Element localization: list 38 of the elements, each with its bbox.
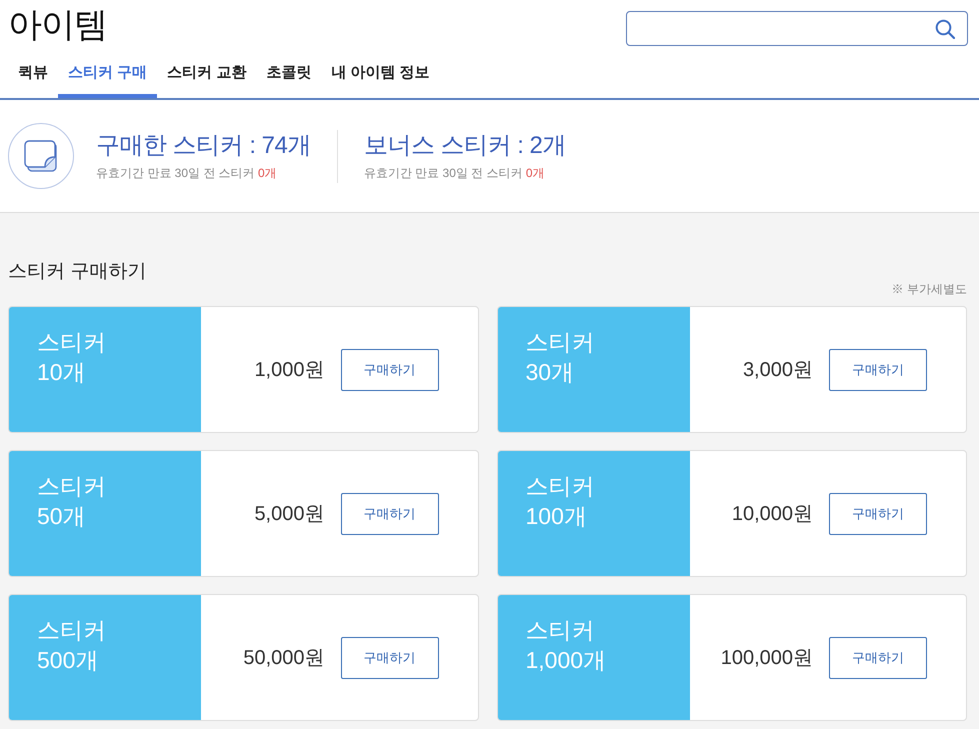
section-heading: 스티커 구매하기 [8, 260, 146, 284]
buy-button[interactable]: 구매하기 [829, 348, 927, 390]
package-quantity: 30개 [526, 358, 574, 387]
package-quantity: 500개 [37, 646, 98, 675]
package-name: 스티커 [37, 616, 106, 645]
search-field[interactable] [626, 11, 968, 46]
package-name: 스티커 [37, 472, 106, 501]
package-price: 50,000원 [243, 646, 324, 670]
package-name: 스티커 [37, 328, 106, 357]
package-name: 스티커 [526, 328, 594, 357]
package-quantity: 10개 [37, 358, 86, 387]
nav-tab[interactable]: 퀵뷰 [8, 52, 58, 98]
sticker-count: 보너스 스티커 : 2개 [364, 130, 566, 160]
package-name: 스티커 [526, 472, 594, 501]
package-quantity: 100개 [526, 502, 587, 531]
nav-tab[interactable]: 초콜릿 [256, 52, 322, 98]
package-price: 100,000원 [720, 646, 813, 670]
sticker-icon [8, 123, 74, 189]
vat-note: ※ 부가세별도 [892, 281, 967, 297]
expiry-note: 유효기간 만료 30일 전 스티커 0개 [364, 164, 546, 182]
package-price: 10,000원 [732, 502, 813, 526]
buy-button[interactable]: 구매하기 [829, 492, 927, 534]
package-quantity: 50개 [37, 502, 86, 531]
buy-button[interactable]: 구매하기 [340, 636, 438, 678]
nav-tab[interactable]: 스티커 교환 [157, 52, 256, 98]
page-title: 아이템 [8, 5, 107, 46]
package-price: 1,000원 [254, 358, 324, 382]
sticker-count: 구매한 스티커 : 74개 [96, 130, 311, 160]
package-name: 스티커 [526, 616, 594, 645]
buy-button[interactable]: 구매하기 [829, 636, 927, 678]
package-price: 5,000원 [254, 502, 324, 526]
search-icon[interactable] [935, 18, 955, 38]
package-quantity: 1,000개 [526, 646, 606, 675]
package-price: 3,000원 [742, 358, 813, 382]
expiry-note: 유효기간 만료 30일 전 스티커 0개 [96, 164, 278, 182]
nav-tab[interactable]: 내 아이템 정보 [321, 52, 440, 98]
buy-button[interactable]: 구매하기 [340, 348, 438, 390]
buy-button[interactable]: 구매하기 [340, 492, 438, 534]
